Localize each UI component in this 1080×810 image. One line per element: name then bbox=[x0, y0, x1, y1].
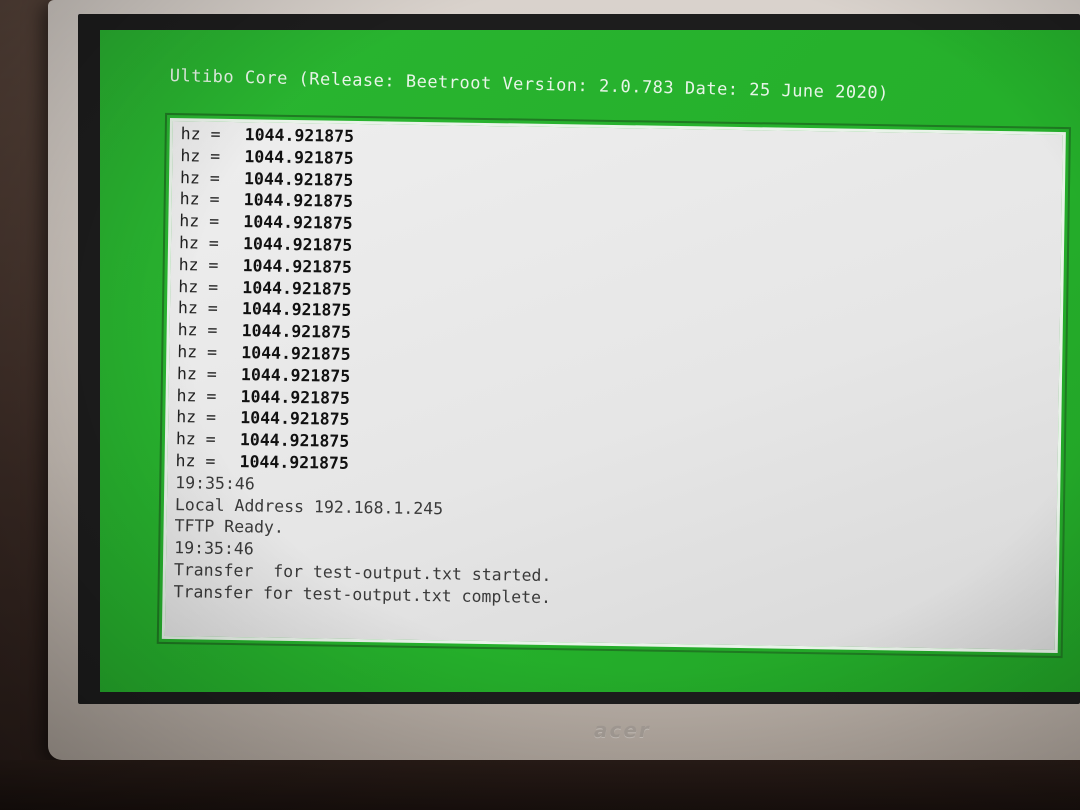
hz-label: hz = bbox=[180, 145, 221, 166]
ultibo-screen: Ultibo Core (Release: Beetroot Version: … bbox=[100, 30, 1080, 692]
hz-label: hz = bbox=[176, 363, 217, 384]
hz-label: hz = bbox=[178, 276, 219, 297]
page-title: Ultibo Core (Release: Beetroot Version: … bbox=[169, 66, 890, 104]
hz-label: hz = bbox=[179, 211, 220, 231]
hz-label: hz = bbox=[176, 407, 217, 428]
hz-value: 1044.921875 bbox=[241, 299, 352, 321]
hz-label: hz = bbox=[178, 254, 219, 275]
hz-value: 1044.921875 bbox=[240, 408, 350, 430]
hz-label: hz = bbox=[180, 124, 221, 144]
hz-value: 1044.921875 bbox=[243, 168, 354, 190]
hz-label: hz = bbox=[175, 451, 216, 471]
hz-label: hz = bbox=[175, 429, 216, 449]
hz-label: hz = bbox=[177, 298, 218, 319]
hz-value: 1044.921875 bbox=[244, 125, 355, 146]
hz-value: 1044.921875 bbox=[244, 146, 354, 168]
hz-value: 1044.921875 bbox=[243, 212, 353, 234]
desk bbox=[0, 760, 1080, 810]
hz-value: 1044.921875 bbox=[239, 430, 350, 452]
hz-label: hz = bbox=[179, 167, 220, 188]
hz-value: 1044.921875 bbox=[239, 452, 350, 473]
hz-label: hz = bbox=[179, 189, 220, 210]
hz-value: 1044.921875 bbox=[240, 364, 351, 386]
hz-label: hz = bbox=[176, 385, 217, 406]
console-window: hz = 1044.921875 hz = 1044.921875 hz = 1044.9… bbox=[156, 112, 1071, 659]
hz-value: 1044.921875 bbox=[243, 190, 354, 212]
monitor-brand-logo: acer bbox=[594, 718, 651, 742]
hz-label: hz = bbox=[177, 342, 218, 362]
hz-value: 1044.921875 bbox=[242, 255, 353, 277]
console-output: hz = 1044.921875 hz = 1044.921875 hz = 1044.9… bbox=[173, 123, 1055, 642]
hz-value: 1044.921875 bbox=[242, 234, 353, 255]
hz-label: hz = bbox=[177, 320, 218, 340]
hz-value: 1044.921875 bbox=[240, 386, 351, 408]
hz-label: hz = bbox=[178, 233, 219, 253]
hz-value: 1044.921875 bbox=[241, 321, 352, 343]
hz-value: 1044.921875 bbox=[241, 343, 351, 364]
hz-value: 1044.921875 bbox=[242, 277, 352, 299]
